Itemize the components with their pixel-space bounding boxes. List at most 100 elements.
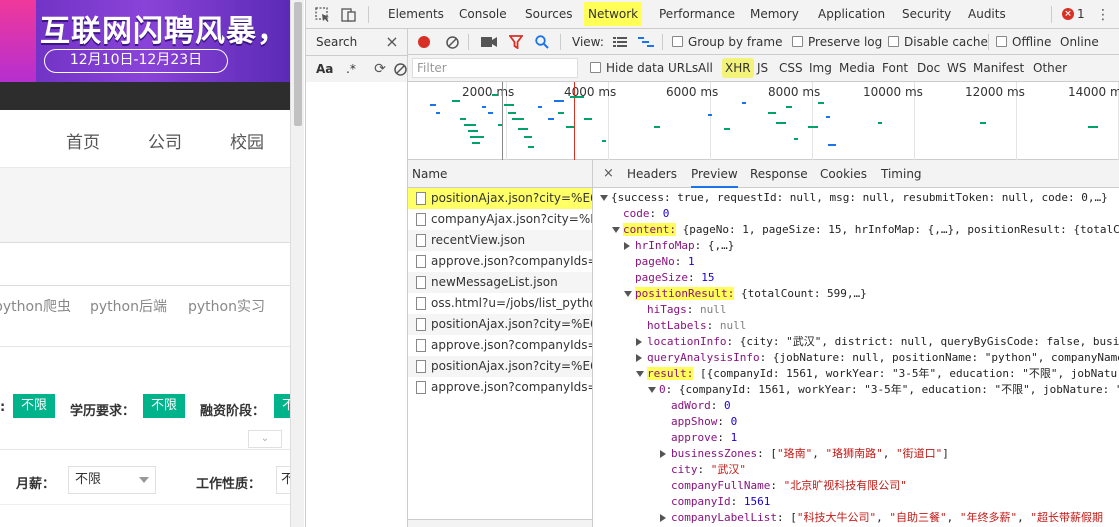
record-icon[interactable] — [416, 34, 432, 50]
type-filter-other[interactable]: Other — [1033, 55, 1067, 81]
json-value: "科技大牛公司" — [796, 511, 877, 524]
filter-tag-unlimited[interactable]: 不限 — [13, 394, 56, 418]
filter-input[interactable]: Filter — [412, 58, 578, 78]
close-search-icon[interactable]: × — [384, 32, 400, 51]
filter-tag-funding[interactable]: 不 — [274, 394, 290, 418]
banner-title: 互联网闪聘风暴， — [40, 14, 288, 49]
hide-data-urls-checkbox[interactable] — [590, 62, 601, 73]
tab-audits[interactable]: Audits — [968, 0, 1006, 28]
tab-console[interactable]: Console — [459, 0, 507, 28]
request-row[interactable]: approve.json?companyIds=... — [408, 377, 592, 398]
salary-select[interactable]: 不限 — [68, 466, 156, 494]
collapsed-triangle-icon[interactable] — [660, 514, 666, 522]
large-rows-icon[interactable] — [612, 35, 628, 49]
expanded-triangle-icon[interactable] — [612, 227, 620, 233]
expand-dropdown[interactable]: ⌄ — [248, 430, 282, 448]
json-line[interactable]: positionResult: {totalCount: 599,…} — [593, 286, 1119, 302]
regex-toggle[interactable]: .* — [346, 56, 356, 82]
filter-tag-education[interactable]: 不限 — [143, 394, 186, 418]
type-filter-img[interactable]: Img — [809, 55, 832, 81]
type-filter-doc[interactable]: Doc — [917, 55, 940, 81]
json-line[interactable]: {success: true, requestId: null, msg: nu… — [593, 190, 1119, 206]
collapsed-triangle-icon[interactable] — [636, 338, 642, 346]
scrollbar-thumb[interactable] — [294, 2, 302, 126]
collapsed-triangle-icon[interactable] — [624, 242, 630, 250]
device-toolbar-icon[interactable] — [340, 6, 358, 24]
tab-application[interactable]: Application — [818, 0, 885, 28]
refresh-icon[interactable]: ⟳ — [372, 61, 388, 77]
type-filter-font[interactable]: Font — [882, 55, 908, 81]
close-icon[interactable]: × — [603, 160, 614, 188]
json-line[interactable]: companyLabelList: ["科技大牛公司", "自助三餐", "年终… — [593, 510, 1119, 526]
hot-word[interactable]: python实习 — [188, 296, 265, 316]
page-scrollbar[interactable] — [290, 0, 304, 527]
nav-campus[interactable]: 校园 — [230, 128, 264, 153]
request-row[interactable]: positionAjax.json?city=%E6... — [408, 356, 592, 377]
type-filter-media[interactable]: Media — [839, 55, 875, 81]
json-line[interactable]: content: {pageNo: 1, pageSize: 15, hrInf… — [593, 222, 1119, 238]
type-filter-xhr[interactable]: XHR — [722, 58, 754, 78]
disable-cache-checkbox[interactable] — [888, 36, 899, 47]
nav-home[interactable]: 首页 — [66, 128, 100, 153]
screenshot-icon[interactable] — [480, 34, 498, 50]
request-row[interactable]: approve.json?companyIds=... — [408, 335, 592, 356]
type-filter-all[interactable]: All — [698, 55, 713, 81]
request-row[interactable]: approve.json?companyIds=... — [408, 251, 592, 272]
request-row[interactable]: positionAjax.json?city=%E6... — [408, 188, 592, 209]
request-row[interactable]: newMessageList.json — [408, 272, 592, 293]
collapsed-triangle-icon[interactable] — [660, 450, 666, 458]
json-line[interactable]: queryAnalysisInfo: {jobNature: null, pos… — [593, 350, 1119, 366]
search-icon[interactable] — [534, 34, 550, 50]
clear-search-icon[interactable] — [392, 61, 408, 77]
tab-elements[interactable]: Elements — [388, 0, 444, 28]
match-case-toggle[interactable]: Aa — [316, 56, 333, 82]
network-overview-timeline[interactable]: 2000 ms 4000 ms 6000 ms 8000 ms 10000 ms… — [408, 82, 1119, 160]
worktype-select[interactable]: 不 — [276, 466, 290, 494]
job-search-input[interactable] — [0, 242, 290, 286]
type-filter-css[interactable]: CSS — [779, 55, 803, 81]
waterfall-icon[interactable] — [638, 35, 654, 49]
clear-icon[interactable] — [444, 34, 460, 50]
tab-cookies[interactable]: Cookies — [820, 160, 867, 188]
preserve-log-checkbox[interactable] — [792, 36, 803, 47]
tab-headers[interactable]: Headers — [627, 160, 677, 188]
expanded-triangle-icon[interactable] — [648, 387, 656, 393]
tab-security[interactable]: Security — [902, 0, 951, 28]
tab-network[interactable]: Network — [584, 2, 643, 26]
request-row[interactable]: recentView.json — [408, 230, 592, 251]
json-line[interactable]: locationInfo: {city: "武汉", district: nul… — [593, 334, 1119, 350]
tab-memory[interactable]: Memory — [750, 0, 799, 28]
filter-icon[interactable] — [508, 34, 524, 50]
tab-timing[interactable]: Timing — [881, 160, 922, 188]
type-filter-ws[interactable]: WS — [947, 55, 966, 81]
nav-company[interactable]: 公司 — [148, 128, 182, 153]
json-line[interactable]: 0: {companyId: 1561, workYear: "3-5年", e… — [593, 382, 1119, 398]
expanded-triangle-icon[interactable] — [624, 291, 632, 297]
more-options-icon[interactable]: ⋮ — [1096, 6, 1110, 24]
group-by-frame-checkbox[interactable] — [672, 36, 683, 47]
expanded-triangle-icon[interactable] — [636, 371, 644, 377]
hot-word[interactable]: python爬虫 — [0, 296, 71, 316]
error-icon[interactable]: × — [1062, 8, 1074, 20]
tab-performance[interactable]: Performance — [659, 0, 735, 28]
tab-sources[interactable]: Sources — [525, 0, 572, 28]
error-count[interactable]: 1 — [1077, 0, 1085, 28]
request-row[interactable]: companyAjax.json?city=%E... — [408, 209, 592, 230]
tab-preview[interactable]: Preview — [691, 160, 738, 188]
offline-checkbox[interactable] — [996, 36, 1007, 47]
request-row[interactable]: positionAjax.json?city=%E6... — [408, 314, 592, 335]
expanded-triangle-icon[interactable] — [600, 195, 608, 201]
promo-banner[interactable]: 互联网闪聘风暴， 12月10日-12月23日 — [0, 0, 290, 82]
name-column-header[interactable]: Name — [408, 160, 592, 188]
type-filter-manifest[interactable]: Manifest — [973, 55, 1024, 81]
request-row[interactable]: oss.html?u=/jobs/list_pytho... — [408, 293, 592, 314]
json-line[interactable]: businessZones: ["珞南", "珞狮南路", "街道口"] — [593, 446, 1119, 462]
tab-response[interactable]: Response — [750, 160, 808, 188]
json-line[interactable]: hrInfoMap: {,…} — [593, 238, 1119, 254]
json-line[interactable]: result: [{companyId: 1561, workYear: "3-… — [593, 366, 1119, 382]
collapsed-triangle-icon[interactable] — [636, 354, 642, 362]
type-filter-js[interactable]: JS — [757, 55, 768, 81]
throttling-select[interactable]: Online — [1060, 29, 1099, 55]
hot-word[interactable]: python后端 — [90, 296, 167, 316]
inspect-element-icon[interactable] — [314, 6, 332, 24]
